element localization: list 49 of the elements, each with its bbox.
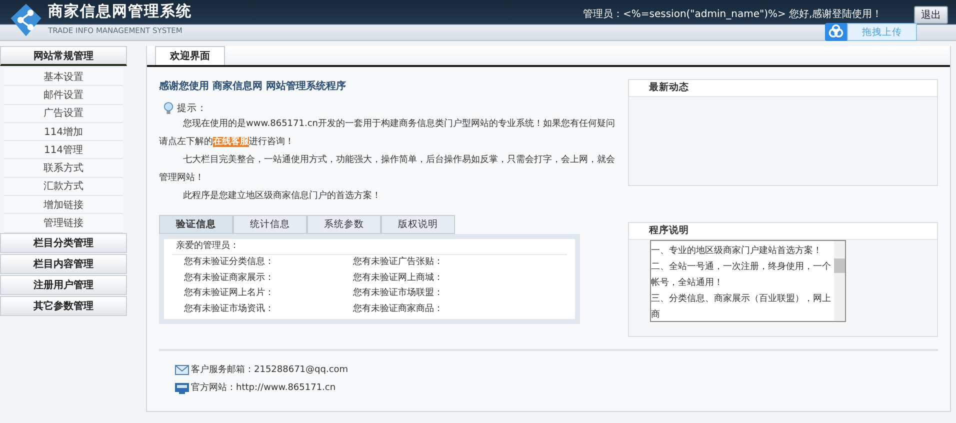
logout-button[interactable]: 退出 <box>914 6 948 24</box>
menu-item[interactable]: 114管理 <box>4 141 123 160</box>
info-tab[interactable]: 系统参数 <box>307 215 381 234</box>
menu-group[interactable]: 栏目内容管理 <box>0 254 127 274</box>
menu-item[interactable]: 汇款方式 <box>4 178 123 196</box>
description-box[interactable]: 一、专业的地区级商家门户建站首选方案！ 二、全站一号通，一次注册，终身使用，一个帐号，全站通用！ 三、分类信息、商家展示（百业联盟），网上商 <box>650 240 846 322</box>
page-tab[interactable]: 欢迎界面 <box>155 46 225 65</box>
lightbulb-icon <box>163 102 174 115</box>
description-line: 三、分类信息、商家展示（百业联盟），网上商 <box>651 292 832 321</box>
envelope-icon <box>175 365 189 375</box>
verify-label: 您有未验证商家商品： <box>353 302 444 316</box>
verify-label: 您有未验证分类信息： <box>184 256 275 269</box>
welcome-paragraph: 七大栏目完美整合，一站通使用方式，功能强大，操作简单，后台操作易如反掌，只需会打字，会上网，就会管理网站！ <box>159 154 616 185</box>
verify-label: 您有未验证市场资讯： <box>184 302 275 316</box>
info-tab[interactable]: 版权说明 <box>381 215 455 234</box>
contact-email: 客户服务邮箱：215288671@qq.com <box>191 364 348 377</box>
scrollbar[interactable] <box>834 241 845 321</box>
share-logo-icon <box>8 2 44 38</box>
cloud-icon <box>825 23 847 41</box>
card-title: 程序说明 <box>629 223 937 240</box>
welcome-paragraph: 此程序是您建立地区级商家信息门户的首选方案！ <box>182 189 382 203</box>
website-icon <box>175 382 189 394</box>
welcome-title: 感谢您使用 商家信息网 网站管理系统程序 <box>159 79 347 93</box>
menu-item[interactable]: 广告设置 <box>4 104 123 123</box>
tip-label: 提示： <box>177 102 207 115</box>
menu-group[interactable]: 网站常规管理 <box>0 46 127 66</box>
menu-item[interactable]: 基本设置 <box>4 68 123 86</box>
verify-label: 您有未验证广告张贴： <box>353 256 444 269</box>
menu-group[interactable]: 注册用户管理 <box>0 274 127 295</box>
info-tab[interactable]: 验证信息 <box>159 215 233 234</box>
menu-item[interactable]: 管理链接 <box>4 214 123 233</box>
app-title: 商家信息网管理系统 <box>48 0 192 20</box>
menu-item[interactable]: 邮件设置 <box>4 86 123 105</box>
welcome-paragraph: 您现在使用的是www.865171.cn开发的一套用于构建商务信息类门户型网站的专业系统！如果您有任何疑问请点左下解的在线客服进行咨询！ <box>159 118 616 149</box>
menu-item[interactable]: 114增加 <box>4 122 123 142</box>
card-title: 最新动态 <box>629 80 937 97</box>
menu-item[interactable]: 联系方式 <box>4 159 123 178</box>
verify-label: 您有未验证网上商城： <box>353 272 444 284</box>
info-tab[interactable]: 统计信息 <box>233 215 307 234</box>
menu-item[interactable]: 增加链接 <box>4 196 123 214</box>
description-line: 二、全站一号通，一次注册，终身使用，一个帐号，全站通用！ <box>651 260 832 290</box>
admin-greeting: 管理员：<%=session("admin_name")%> 您好,感谢登陆使用！ <box>583 8 882 21</box>
menu-group[interactable]: 其它参数管理 <box>0 296 127 316</box>
verify-label: 您有未验证商家展示： <box>184 272 275 284</box>
description-line: 一、专业的地区级商家门户建站首选方案！ <box>651 244 823 258</box>
verify-greeting: 亲爱的管理员： <box>172 239 567 255</box>
verify-label: 您有未验证市场联盟： <box>353 286 444 300</box>
menu-group[interactable]: 栏目分类管理 <box>0 232 127 253</box>
verify-label: 您有未验证网上名片： <box>184 286 275 300</box>
